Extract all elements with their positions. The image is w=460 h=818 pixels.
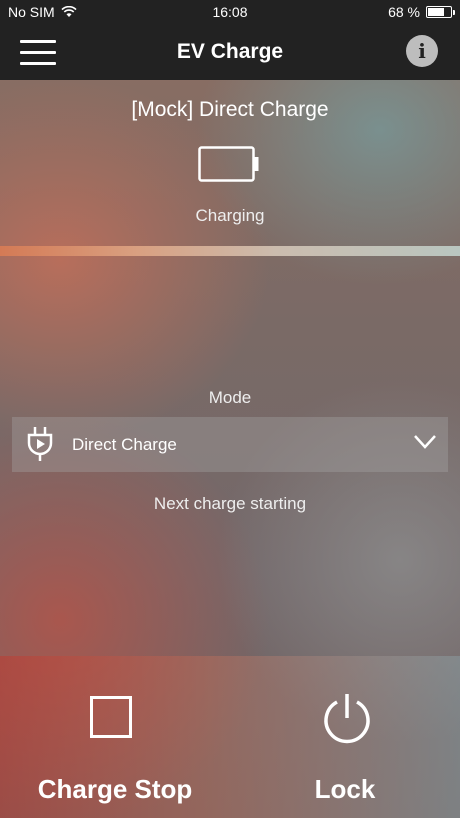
- chevron-down-icon: [414, 435, 436, 449]
- power-icon: [324, 694, 370, 744]
- info-icon[interactable]: i: [406, 35, 438, 67]
- status-bar: No SIM 16:08 68 %: [0, 0, 460, 26]
- battery-outline-icon: [198, 146, 259, 182]
- bottom-action-panel: Charge Stop Lock: [0, 656, 460, 818]
- lock-label: Lock: [314, 774, 376, 804]
- battery-icon: [426, 6, 455, 18]
- status-right: 68 %: [388, 4, 455, 20]
- page-title: EV Charge: [176, 40, 284, 63]
- next-charge-text: Next charge starting: [153, 494, 307, 513]
- nav-bar: EV Charge i: [0, 26, 460, 80]
- charge-stop-button[interactable]: Charge Stop: [0, 656, 230, 818]
- charging-status: Charging: [195, 206, 265, 225]
- stop-square-icon: [90, 696, 132, 738]
- battery-level: [428, 8, 444, 16]
- plug-icon: [27, 427, 53, 461]
- mode-selected-value: Direct Charge: [72, 435, 177, 454]
- charge-progress-bar: [0, 246, 460, 256]
- charger-name: [Mock] Direct Charge: [131, 98, 329, 121]
- lock-button[interactable]: Lock: [230, 656, 460, 818]
- charge-stop-label: Charge Stop: [37, 774, 193, 804]
- mode-label: Mode: [208, 388, 252, 407]
- mode-dropdown[interactable]: Direct Charge: [12, 417, 448, 472]
- battery-percent: 68 %: [388, 4, 420, 20]
